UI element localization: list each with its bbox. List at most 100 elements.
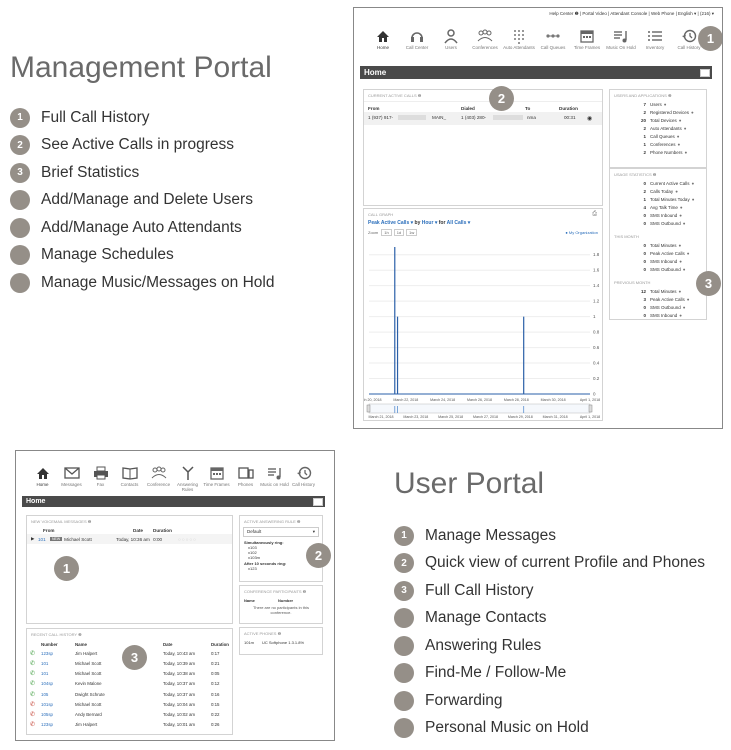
history-number[interactable]: 123sp bbox=[38, 720, 72, 730]
history-number[interactable]: 105 bbox=[38, 689, 72, 699]
metric-select[interactable]: Peak Active Calls ▾ bbox=[368, 220, 413, 226]
zoom-1w[interactable]: 1w bbox=[406, 229, 418, 236]
nav-list[interactable]: Inventory bbox=[638, 28, 672, 51]
table-row[interactable]: ✆ 104sp Kevin Malone Today, 10:37 am 0:12 bbox=[27, 679, 232, 689]
table-row[interactable]: ✆ 101 Michael Scott Today, 10:38 am 0:05 bbox=[27, 669, 232, 679]
info-icon[interactable]: ● bbox=[675, 188, 678, 196]
stat-value: 0 bbox=[643, 259, 646, 264]
voicemail-row[interactable]: ▶ 101 NEW Michael Scott Today, 10:36 am … bbox=[27, 534, 232, 544]
info-icon[interactable]: ● bbox=[679, 117, 682, 125]
info-icon[interactable]: ● bbox=[692, 196, 695, 204]
nav-conference[interactable]: Conference bbox=[144, 465, 173, 493]
nav-calendar[interactable]: Time Frames bbox=[202, 465, 231, 493]
nav-phones[interactable]: Phones bbox=[231, 465, 260, 493]
info-icon[interactable]: ● bbox=[683, 220, 686, 228]
history-number[interactable]: 104sp bbox=[38, 679, 72, 689]
nav-headset[interactable]: Call Center bbox=[400, 28, 434, 51]
nav-label: Home bbox=[36, 482, 49, 487]
nav-fax[interactable]: Fax bbox=[86, 465, 115, 493]
feature-number-badge bbox=[10, 190, 30, 211]
zoom-controls: Zoom 1h 1d 1w ● My Organization bbox=[364, 226, 602, 239]
calendar-icon bbox=[209, 467, 224, 480]
info-icon[interactable]: ● bbox=[680, 204, 683, 212]
history-number[interactable]: 101 bbox=[38, 658, 72, 668]
phone-device: UC Softphone 1.3.1.8% bbox=[262, 640, 305, 645]
print-icon[interactable]: ⎙ bbox=[592, 211, 597, 218]
zoom-1h[interactable]: 1h bbox=[381, 229, 392, 236]
filter-select[interactable]: All Calls ▾ bbox=[447, 220, 471, 226]
fax-icon bbox=[93, 466, 108, 480]
nav-dialpad[interactable]: Auto Attendants bbox=[502, 28, 536, 51]
history-number[interactable]: 101 bbox=[38, 669, 72, 679]
info-icon[interactable]: ● bbox=[677, 133, 680, 141]
info-icon[interactable]: ● bbox=[664, 101, 667, 109]
table-row[interactable]: ✆ 105 Dwight Schrute Today, 10:37 am 0:16 bbox=[27, 689, 232, 699]
history-number[interactable]: 105sp bbox=[38, 709, 72, 719]
nav-calendar[interactable]: Time Frames bbox=[570, 28, 604, 51]
nav-mail[interactable]: Messages bbox=[57, 465, 86, 493]
feature-number-badge bbox=[10, 272, 30, 293]
play-icon[interactable]: ▶ bbox=[31, 536, 38, 542]
history-number[interactable]: 123sp bbox=[38, 648, 72, 658]
table-row[interactable]: ✆ 105sp Andy Bernard Today, 10:02 am 0:22 bbox=[27, 709, 232, 719]
info-icon[interactable]: ● bbox=[691, 109, 694, 117]
nav-queue[interactable]: Call Queues bbox=[536, 28, 570, 51]
feature-label: Brief Statistics bbox=[41, 163, 140, 181]
nav-home[interactable]: Home bbox=[366, 28, 400, 51]
table-row[interactable]: ✆ 101sp Michael Scott Today, 10:04 am 0:15 bbox=[27, 699, 232, 709]
nav-rules[interactable]: Answering Rules bbox=[173, 465, 202, 493]
info-icon[interactable]: ● bbox=[684, 125, 687, 133]
info-icon[interactable]: ● bbox=[679, 312, 682, 319]
answering-rule-select[interactable]: Default ▾ bbox=[243, 527, 319, 537]
info-icon[interactable]: ● bbox=[679, 212, 682, 220]
info-icon[interactable]: ● bbox=[687, 296, 690, 304]
feature-item: 2 See Active Calls in progress bbox=[10, 132, 274, 160]
usage-statistics-panel: USAGE STATISTICS ❷ 0 Current Active Calls… bbox=[609, 168, 707, 320]
stat-label: Registered Devices bbox=[650, 110, 690, 115]
call-graph-heading: CALL GRAPH bbox=[368, 212, 394, 217]
feature-number-badge bbox=[394, 690, 414, 711]
settings-button[interactable] bbox=[700, 68, 710, 77]
zoom-1d[interactable]: 1d bbox=[393, 229, 405, 236]
stat-row: 0 Current Active Calls ● bbox=[610, 180, 706, 188]
navigator-left-handle[interactable] bbox=[366, 404, 371, 413]
nav-contacts[interactable]: Contacts bbox=[115, 465, 144, 493]
nav-label: Inventory bbox=[645, 45, 665, 50]
stat-label: SMS Inbound bbox=[650, 259, 678, 264]
info-icon[interactable]: ● bbox=[685, 149, 688, 157]
history-number[interactable]: 101sp bbox=[38, 699, 72, 709]
usage-statistics-heading: USAGE STATISTICS ❷ bbox=[614, 172, 657, 177]
history-date: Today, 10:37 am bbox=[162, 681, 196, 687]
message-action-icons[interactable]: ○○○○○ bbox=[178, 537, 197, 542]
stat-row: 0 SMS Outbound ● bbox=[610, 266, 706, 274]
stat-label: SMS Outbound bbox=[650, 267, 681, 272]
nav-history[interactable]: Call History bbox=[289, 465, 318, 493]
top-navigation-links[interactable]: Help Center ❷ | Portal Video | Attendant… bbox=[549, 11, 714, 17]
info-icon[interactable]: ● bbox=[683, 304, 686, 312]
info-icon[interactable]: ● bbox=[679, 258, 682, 266]
info-icon[interactable]: ● bbox=[678, 141, 681, 149]
info-icon[interactable]: ● bbox=[679, 288, 682, 296]
table-row[interactable]: ✆ 123sp Jim Halpert Today, 10:01 am 0:26 bbox=[27, 720, 232, 730]
call-to: nma bbox=[527, 115, 536, 120]
info-icon[interactable]: ● bbox=[679, 242, 682, 250]
nav-music[interactable]: Music On Hold bbox=[604, 28, 638, 51]
nav-music[interactable]: Music on Hold bbox=[260, 465, 289, 493]
nav-user[interactable]: Users bbox=[434, 28, 468, 51]
user-settings-button[interactable] bbox=[313, 497, 323, 506]
listen-icon[interactable]: ◉ bbox=[587, 115, 592, 122]
info-icon[interactable]: ● bbox=[692, 180, 695, 188]
info-icon[interactable]: ● bbox=[687, 250, 690, 258]
stat-label: SMS Inbound bbox=[650, 213, 678, 218]
active-call-row[interactable]: 1 (937) 917- MAIN_ 1 (403) 280- nma 00:3… bbox=[364, 112, 602, 125]
nav-home[interactable]: Home bbox=[28, 465, 57, 493]
vm-from-number[interactable]: 101 bbox=[38, 537, 50, 542]
users-applications-list: 7 Users ● 2 Registered Devices ● 20 Total Devic… bbox=[610, 101, 706, 157]
info-icon[interactable]: ● bbox=[683, 266, 686, 274]
feature-number-badge: 3 bbox=[394, 580, 414, 601]
history-col-duration: Duration bbox=[210, 641, 229, 647]
navigator-right-handle[interactable] bbox=[588, 404, 593, 413]
nav-conference[interactable]: Conferences bbox=[468, 28, 502, 51]
interval-select[interactable]: Hour ▾ bbox=[422, 220, 438, 226]
range-navigator[interactable] bbox=[368, 403, 591, 414]
